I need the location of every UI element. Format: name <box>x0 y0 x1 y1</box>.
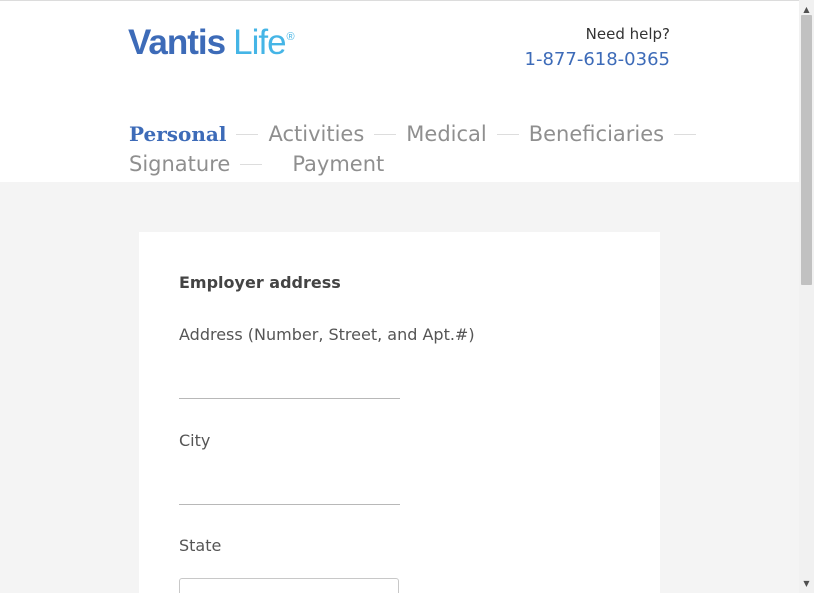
state-label: State <box>179 536 222 555</box>
state-select[interactable] <box>179 578 399 593</box>
employer-address-card: Employer address Address (Number, Street… <box>139 232 660 593</box>
help-phone-link[interactable]: 1-877-618-0365 <box>525 49 670 71</box>
step-label: Medical <box>406 122 487 146</box>
city-input[interactable] <box>179 481 400 505</box>
step-label: Beneficiaries <box>528 122 665 146</box>
logo-vantis-text: Vantis <box>128 23 226 62</box>
help-contact: Need help? 1-877-618-0365 <box>525 25 670 71</box>
progress-steps: Personal Activities Medical Beneficiarie… <box>129 122 779 176</box>
page-header: Vantis Life ® Need help? 1-877-618-0365 … <box>0 0 799 182</box>
step-separator <box>674 133 697 135</box>
vantis-life-logo[interactable]: Vantis Life ® <box>128 24 295 64</box>
step-activities[interactable]: Activities <box>268 122 406 146</box>
need-help-label: Need help? <box>585 25 670 43</box>
step-label: Signature <box>129 152 231 176</box>
section-title: Employer address <box>179 273 341 292</box>
step-personal[interactable]: Personal <box>129 122 268 146</box>
logo-life-text: Life <box>233 23 286 62</box>
step-medical[interactable]: Medical <box>406 122 528 146</box>
step-separator <box>496 133 519 135</box>
address-input[interactable] <box>179 375 400 399</box>
step-payment[interactable]: Payment <box>292 152 384 176</box>
vertical-scrollbar[interactable]: ▲ ▼ <box>799 0 814 593</box>
city-label: City <box>179 431 211 450</box>
address-label: Address (Number, Street, and Apt.#) <box>179 325 475 344</box>
step-signature[interactable]: Signature <box>129 152 272 176</box>
step-label: Activities <box>268 122 365 146</box>
step-beneficiaries[interactable]: Beneficiaries <box>529 122 706 146</box>
step-label: Personal <box>129 122 227 146</box>
step-label: Payment <box>292 152 385 176</box>
step-separator <box>374 133 397 135</box>
scroll-thumb[interactable] <box>801 15 812 285</box>
step-separator <box>240 163 263 165</box>
step-separator <box>236 133 259 135</box>
logo-registered-mark: ® <box>286 31 295 43</box>
header-divider <box>0 0 799 1</box>
scroll-down-arrow-icon[interactable]: ▼ <box>799 576 814 591</box>
